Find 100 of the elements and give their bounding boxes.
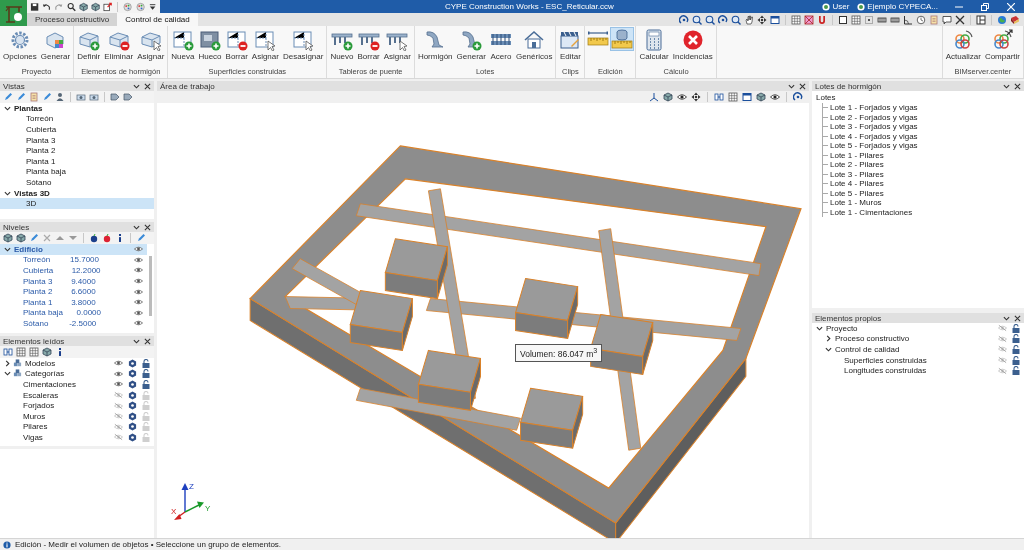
padlock-icon[interactable]	[142, 369, 150, 379]
level-name[interactable]: Torreón	[23, 255, 51, 265]
tree-item-label[interactable]: Pilares	[23, 422, 48, 432]
tree-item[interactable]: Lote 3 - Forjados y vigas	[830, 122, 918, 132]
tree-item[interactable]: Planta 1	[0, 155, 154, 167]
rotate-icon[interactable]	[793, 92, 803, 102]
padlock-icon[interactable]	[1012, 366, 1020, 376]
tree-item-label[interactable]: Muros	[23, 411, 46, 421]
chevron-right-icon[interactable]	[4, 359, 11, 367]
level-name[interactable]: Sótano	[23, 318, 49, 328]
tree-item-label[interactable]: Superficies construidas	[844, 355, 927, 365]
split-view-icon[interactable]	[976, 14, 986, 25]
ribbon-button[interactable]: Nuevo	[328, 27, 356, 63]
eye-icon[interactable]	[770, 92, 780, 102]
level-name[interactable]: Planta 2	[23, 287, 53, 297]
chevron-down-icon[interactable]	[788, 82, 795, 90]
hand-icon[interactable]	[744, 14, 754, 25]
tree-item-label[interactable]: Vigas	[23, 432, 43, 442]
chevron-down-icon[interactable]	[133, 82, 140, 90]
eye-icon[interactable]	[677, 92, 687, 102]
tree-item-label[interactable]: Proceso constructivo	[835, 334, 910, 344]
tree-item[interactable]: Torreón	[0, 113, 154, 125]
chevron-down-icon[interactable]	[1003, 314, 1010, 322]
ribbon-button[interactable]: Actualizar	[943, 27, 983, 63]
ribbon-button[interactable]: Opciones	[1, 27, 39, 63]
chevron-right-icon[interactable]	[825, 335, 832, 343]
tree-item[interactable]: Vistas 3D	[0, 187, 154, 199]
ribbon-button[interactable]: Generar	[454, 27, 488, 63]
globe-icon[interactable]	[997, 14, 1007, 25]
ribbon-button[interactable]: Asignar	[381, 27, 413, 63]
up-triangle-icon[interactable]	[55, 233, 65, 243]
camera-icon[interactable]	[76, 92, 86, 102]
tree-item-label[interactable]: Forjados	[23, 401, 55, 411]
tree-item-label[interactable]: Longitudes construidas	[844, 366, 927, 376]
search-icon[interactable]	[66, 1, 76, 12]
move-icon[interactable]	[691, 92, 701, 102]
ribbon-button[interactable]: Borrar	[355, 27, 382, 63]
ribbon-button[interactable]: Hormigón	[415, 27, 455, 63]
fruit-icon[interactable]	[102, 233, 112, 243]
grid-icon[interactable]	[29, 347, 39, 357]
hexagon-icon[interactable]	[128, 380, 137, 389]
tree-item-label[interactable]: Control de calidad	[835, 345, 900, 354]
ribbon-button[interactable]: Generar	[38, 27, 73, 63]
hexagon-icon[interactable]	[128, 411, 137, 421]
bar-icon[interactable]	[890, 14, 900, 25]
undo-icon[interactable]	[42, 1, 52, 12]
user-name[interactable]: User	[832, 2, 850, 11]
ribbon-button[interactable]: Acero	[487, 27, 514, 63]
ribbon-button[interactable]: Borrar	[223, 27, 250, 63]
grid-icon[interactable]	[791, 14, 801, 25]
dotted-square-icon[interactable]	[864, 14, 874, 25]
tree-item[interactable]: Lote 3 - Pilares	[830, 169, 884, 179]
tree-item-label[interactable]: Cimentaciones	[23, 380, 76, 389]
ribbon-button[interactable]: Editar	[557, 27, 584, 63]
ribbon-button[interactable]: Asignar	[249, 27, 281, 63]
palette-icon[interactable]	[123, 1, 133, 12]
cube-icon[interactable]	[78, 1, 88, 12]
cube-icon[interactable]	[16, 233, 26, 243]
tree-root[interactable]: Lotes	[816, 93, 1020, 103]
cube-icon[interactable]	[756, 92, 766, 102]
chevron-down-icon[interactable]	[4, 104, 11, 112]
ribbon-button[interactable]: Compartir	[982, 27, 1022, 63]
tree-item[interactable]: Lote 1 - Pilares	[830, 150, 884, 160]
magnifier-icon[interactable]	[731, 14, 741, 25]
save-icon[interactable]	[30, 1, 40, 12]
padlock-icon[interactable]	[1012, 355, 1020, 365]
level-name[interactable]: Planta 1	[23, 297, 53, 307]
close-icon[interactable]	[144, 337, 151, 345]
padlock-icon[interactable]	[142, 380, 150, 389]
chevron-down-icon[interactable]	[4, 245, 11, 253]
tree-item[interactable]: Lote 1 - Forjados y vigas	[830, 103, 918, 113]
tree-item[interactable]: 3D	[0, 198, 154, 209]
magnifier-icon[interactable]	[692, 14, 702, 25]
ribbon-button[interactable]: Nueva	[169, 27, 197, 63]
person-icon[interactable]	[55, 92, 65, 102]
close-icon[interactable]	[144, 82, 151, 90]
cube-icon[interactable]	[42, 347, 52, 357]
grid-icon[interactable]	[16, 347, 26, 357]
hexagon-icon[interactable]	[128, 432, 137, 442]
columns-icon[interactable]	[714, 92, 724, 102]
magnifier-icon[interactable]	[705, 14, 715, 25]
cube-icon[interactable]	[91, 1, 101, 12]
padlock-icon[interactable]	[142, 358, 150, 368]
tree-item[interactable]: Cubierta	[0, 124, 154, 135]
tree-item-label[interactable]: Proyecto	[826, 323, 858, 333]
hexagon-icon[interactable]	[128, 369, 137, 379]
scrollbar[interactable]	[149, 256, 152, 316]
chevron-down-icon[interactable]	[133, 337, 140, 345]
tree-item[interactable]: Lote 4 - Pilares	[830, 179, 884, 189]
tree-item[interactable]: Plantas	[0, 103, 154, 114]
tree-item[interactable]: Planta 3	[0, 134, 154, 146]
ribbon-tab[interactable]: Proceso constructivo	[27, 13, 118, 26]
ribbon-button[interactable]: Asignar	[135, 27, 167, 63]
tree-item[interactable]: Lote 2 - Pilares	[830, 160, 884, 170]
tree-item[interactable]: Sótano	[0, 177, 154, 188]
tree-item-label[interactable]: Modelos	[25, 358, 56, 368]
padlock-icon[interactable]	[1012, 345, 1020, 354]
ribbon-button[interactable]: Definir	[75, 27, 103, 63]
book-icon[interactable]	[1010, 14, 1020, 25]
ribbon-tab[interactable]: Control de calidad	[117, 13, 198, 26]
